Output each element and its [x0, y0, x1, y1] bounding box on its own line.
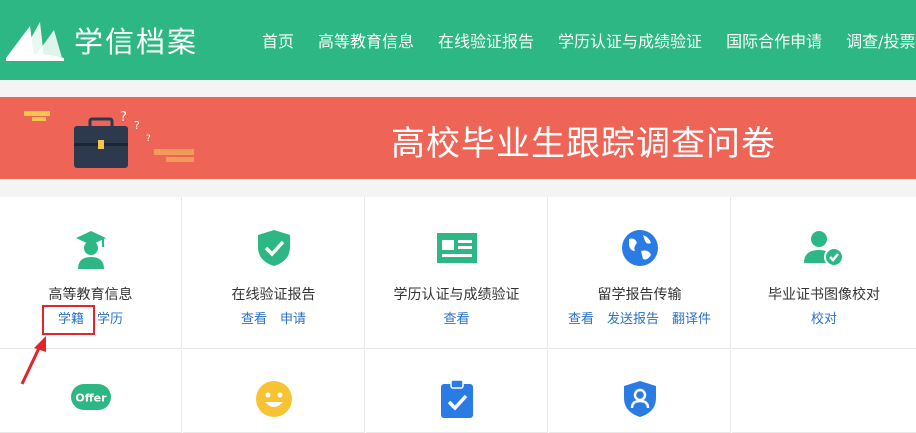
- main-nav: 首页 高等教育信息 在线验证报告 学历认证与成绩验证 国际合作申请 调查/投票: [250, 0, 916, 80]
- site-header: 学信档案 首页 高等教育信息 在线验证报告 学历认证与成绩验证 国际合作申请 调…: [0, 0, 916, 80]
- link-view[interactable]: 查看: [568, 308, 594, 327]
- logo-text: 学信档案: [74, 25, 199, 59]
- nav-degree-certification[interactable]: 学历认证与成绩验证: [558, 28, 702, 52]
- service-certificate-proofread: 毕业证书图像校对 校对: [732, 197, 916, 349]
- service-degree-certification: 学历认证与成绩验证 查看: [366, 197, 548, 349]
- shield-check-icon: [257, 229, 291, 271]
- service-smile[interactable]: [183, 350, 365, 433]
- logo-icon: [6, 22, 64, 61]
- link-apply[interactable]: 申请: [280, 308, 306, 327]
- offer-label: Offer: [75, 392, 107, 405]
- offer-icon: Offer: [70, 384, 111, 414]
- clipboard-check-icon: [440, 379, 473, 422]
- service-security[interactable]: [549, 350, 731, 433]
- globe-icon: [621, 229, 659, 271]
- link-send-report[interactable]: 发送报告: [607, 308, 659, 327]
- link-degree[interactable]: 学历: [97, 308, 123, 327]
- svg-text:?: ?: [134, 119, 140, 132]
- service-title: 毕业证书图像校对: [768, 287, 880, 303]
- logo[interactable]: 学信档案: [4, 16, 198, 64]
- service-title: 学历认证与成绩验证: [393, 287, 520, 303]
- svg-text:?: ?: [120, 110, 127, 125]
- link-view[interactable]: 查看: [241, 308, 267, 327]
- nav-international[interactable]: 国际合作申请: [726, 28, 822, 52]
- service-checklist[interactable]: [366, 350, 548, 433]
- svg-text:?: ?: [146, 134, 151, 144]
- user-check-icon: [804, 229, 844, 271]
- service-title: 留学报告传输: [597, 287, 682, 303]
- survey-banner[interactable]: ? ? ? 高校毕业生跟踪调查问卷: [0, 97, 916, 179]
- nav-home[interactable]: 首页: [262, 28, 294, 52]
- annotation-arrow-icon: [20, 336, 46, 385]
- briefcase-illustration: ? ? ?: [24, 110, 194, 168]
- service-online-verification: 在线验证报告 查看 申请: [183, 197, 365, 349]
- service-title: 高等教育信息: [48, 287, 133, 303]
- banner-title: 高校毕业生跟踪调查问卷: [391, 124, 776, 164]
- service-title: 在线验证报告: [231, 287, 316, 303]
- link-proofread[interactable]: 校对: [811, 308, 837, 327]
- service-study-abroad-report: 留学报告传输 查看 发送报告 翻译件: [549, 197, 731, 349]
- nav-higher-education[interactable]: 高等教育信息: [318, 28, 414, 52]
- service-empty: [732, 350, 916, 433]
- annotation-highlight-box: [42, 305, 95, 335]
- link-translation[interactable]: 翻译件: [672, 308, 711, 327]
- id-card-icon: [436, 233, 477, 267]
- smile-icon: [255, 380, 293, 422]
- shield-user-icon: [623, 380, 657, 422]
- graduate-icon: [75, 229, 106, 273]
- link-view[interactable]: 查看: [443, 308, 469, 327]
- service-grid: 高等教育信息 学籍 学历 在线验证报告 查看 申请 学历认证与成绩验证 查看 留…: [0, 197, 916, 433]
- nav-survey[interactable]: 调查/投票: [846, 28, 915, 52]
- nav-online-verification[interactable]: 在线验证报告: [438, 28, 534, 52]
